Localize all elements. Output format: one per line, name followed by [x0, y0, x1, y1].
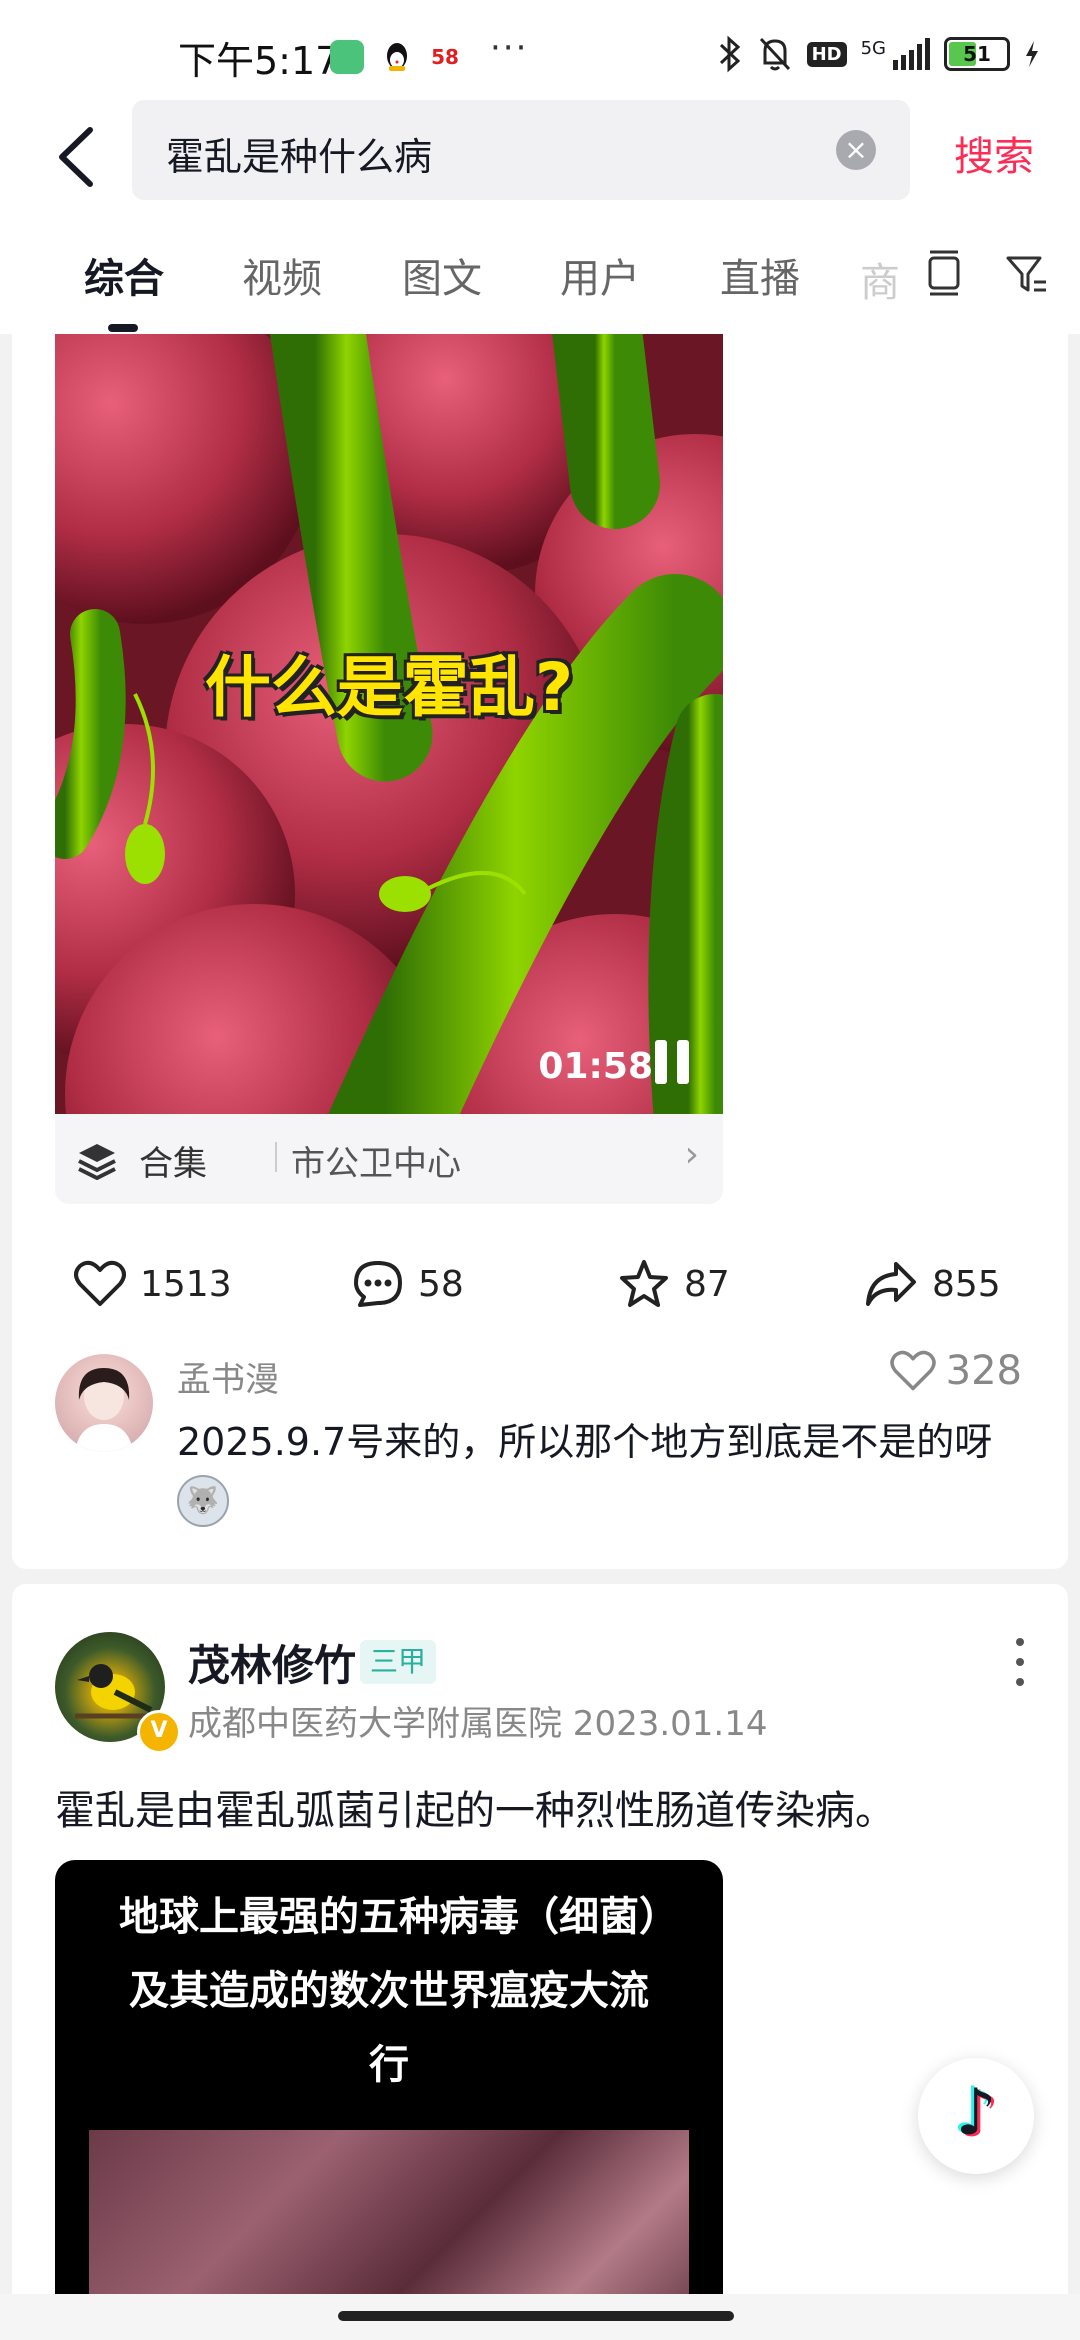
- pause-icon[interactable]: [655, 1040, 691, 1084]
- comment-icon: [354, 1261, 402, 1307]
- wechat-notification-icon: [330, 40, 364, 74]
- hospital-grade-badge: 三甲: [360, 1640, 437, 1684]
- tab-general[interactable]: 综合: [84, 246, 164, 304]
- star-icon: [620, 1260, 668, 1307]
- tab-video[interactable]: 视频: [242, 246, 322, 304]
- filter-icon[interactable]: [1004, 252, 1048, 296]
- status-bar: 下午5:17 58 ··· HD 5G 51: [0, 0, 1080, 100]
- home-indicator[interactable]: [338, 2311, 734, 2321]
- more-notifications-icon: ···: [490, 28, 529, 68]
- share-count: 855: [932, 1263, 1001, 1305]
- hd-badge: HD: [806, 41, 847, 67]
- network-type: 5G: [860, 38, 886, 59]
- collection-label: 合集: [139, 1144, 207, 1184]
- signal-icon: 5G: [861, 38, 930, 70]
- post-image-caption: 地球上最强的五种病毒（细菌）及其造成的数次世界瘟疫大流行: [119, 1894, 659, 2088]
- author-name[interactable]: 茂林修竹: [188, 1632, 356, 1693]
- result-tabs: 综合 视频 图文 用户 直播 商: [0, 220, 1080, 334]
- chevron-left-icon: [59, 127, 93, 187]
- status-time: 下午5:17: [178, 39, 340, 83]
- tab-users[interactable]: 用户: [560, 246, 640, 304]
- chevron-right-icon: ›: [684, 1134, 699, 1175]
- comment-like-count: 328: [945, 1348, 1022, 1394]
- comment-text: 2025.9.7号来的，所以那个地方到底是不是的呀 🐺: [177, 1414, 1017, 1527]
- tab-products[interactable]: 商: [860, 250, 900, 308]
- clear-icon[interactable]: ×: [836, 130, 876, 170]
- battery-level: 51: [963, 42, 991, 66]
- post-image-photo: [89, 2130, 689, 2304]
- post-text[interactable]: 霍乱是由霍乱弧菌引起的一种烈性肠道传染病。: [55, 1778, 895, 1836]
- more-options-icon[interactable]: [1016, 1638, 1024, 1686]
- search-header: 霍乱是种什么病 × 搜索: [0, 100, 1080, 220]
- heart-icon: [889, 1350, 936, 1391]
- search-query: 霍乱是种什么病: [166, 135, 433, 179]
- tab-image-text[interactable]: 图文: [402, 246, 482, 304]
- comment-button[interactable]: 58: [352, 1254, 464, 1314]
- douyin-logo-icon: ♪: [955, 2076, 997, 2150]
- post-image[interactable]: 地球上最强的五种病毒（细菌）及其造成的数次世界瘟疫大流行: [55, 1860, 723, 2304]
- comment-like-button[interactable]: 328: [889, 1348, 1022, 1394]
- video-duration: 01:58: [538, 1046, 653, 1087]
- back-button[interactable]: [50, 122, 110, 192]
- comment-body: 2025.9.7号来的，所以那个地方到底是不是的呀: [177, 1420, 993, 1464]
- like-count: 1513: [140, 1263, 232, 1305]
- divider: [275, 1142, 277, 1172]
- tab-live[interactable]: 直播: [720, 246, 800, 304]
- wolf-emoji-icon: 🐺: [177, 1474, 229, 1527]
- mute-bell-icon: [759, 37, 790, 71]
- douyin-floating-button[interactable]: ♪: [918, 2058, 1034, 2174]
- bluetooth-icon: [719, 35, 740, 73]
- comment-count: 58: [418, 1263, 464, 1305]
- video-title-overlay: 什么是霍乱?: [204, 649, 574, 726]
- layers-icon: [78, 1144, 116, 1180]
- video-player[interactable]: 什么是霍乱? 01:58: [55, 334, 723, 1114]
- author-meta: 成都中医药大学附属医院 2023.01.14: [188, 1704, 768, 1744]
- collection-bar[interactable]: 合集 市公卫中心 ›: [55, 1114, 723, 1204]
- battery-icon: 51: [944, 37, 1010, 71]
- 58-app-icon: 58: [428, 40, 462, 74]
- share-button[interactable]: 855: [864, 1254, 1001, 1314]
- like-button[interactable]: 1513: [74, 1254, 232, 1314]
- comment-username[interactable]: 孟书漫: [177, 1352, 279, 1401]
- video-result-card: 什么是霍乱? 01:58 合集 市公卫中心 › 1513 58 87 855 孟…: [12, 334, 1068, 1569]
- multi-column-icon[interactable]: [924, 248, 964, 298]
- avatar[interactable]: [55, 1354, 153, 1452]
- heart-icon: [74, 1260, 126, 1306]
- status-right: HD 5G 51: [717, 34, 1040, 74]
- collection-source: 市公卫中心: [291, 1144, 461, 1184]
- post-result-card: V 茂林修竹 三甲 成都中医药大学附属医院 2023.01.14 霍乱是由霍乱弧…: [12, 1584, 1068, 2304]
- charging-icon: [1026, 41, 1038, 67]
- verified-badge-icon: V: [137, 1710, 181, 1754]
- share-icon: [866, 1262, 916, 1306]
- search-button[interactable]: 搜索: [954, 124, 1034, 182]
- active-tab-indicator: [108, 324, 138, 332]
- favorite-button[interactable]: 87: [618, 1254, 730, 1314]
- qq-notification-icon: [380, 40, 414, 74]
- search-input[interactable]: 霍乱是种什么病 ×: [132, 100, 910, 200]
- favorite-count: 87: [684, 1263, 730, 1305]
